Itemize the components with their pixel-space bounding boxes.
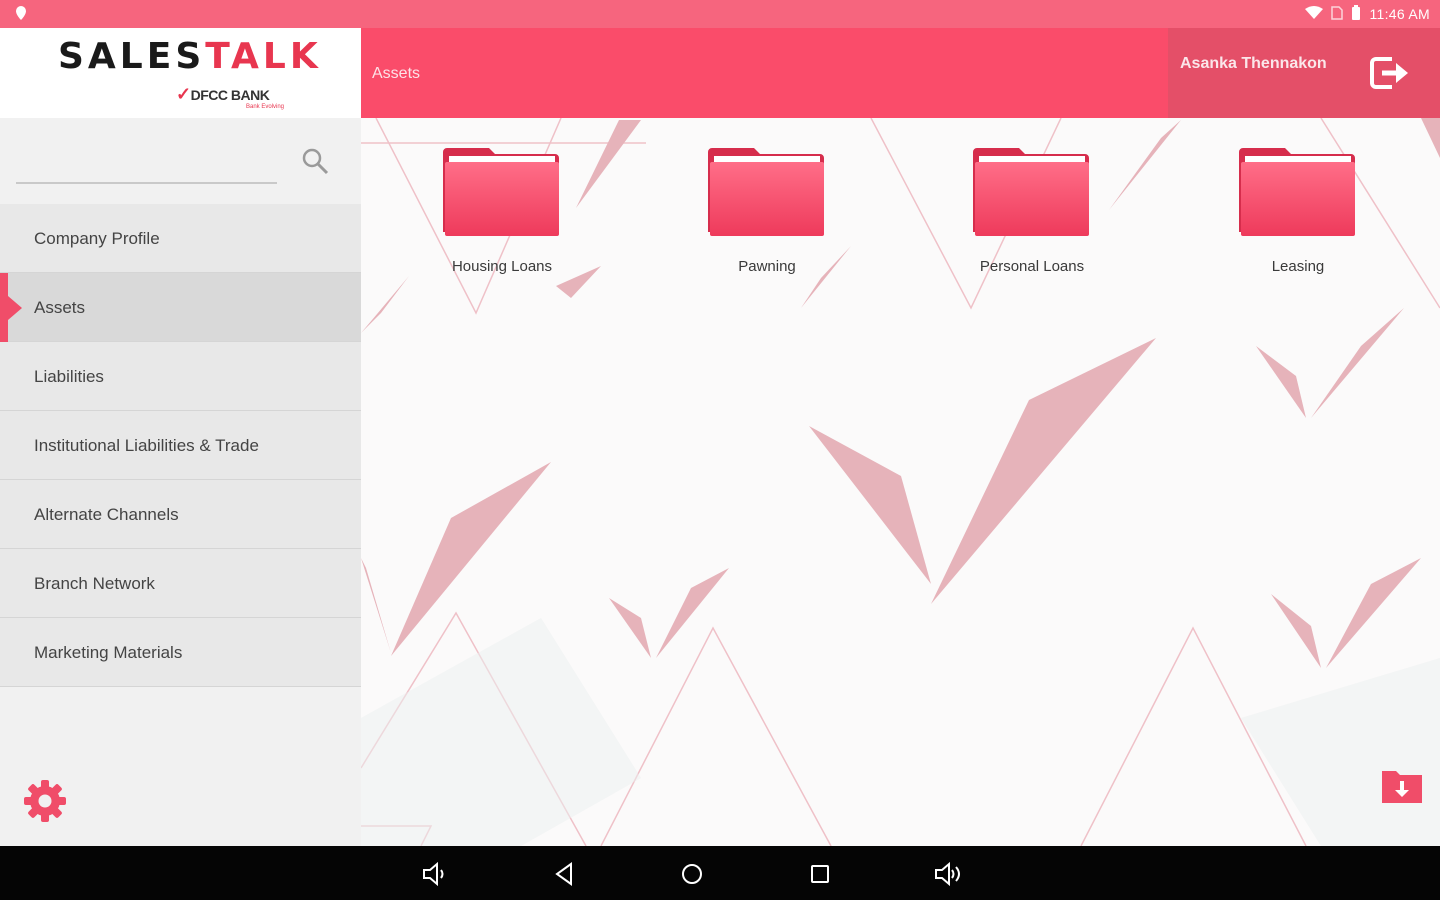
logo-title: SALESTALK [58,36,322,77]
download-icon [1382,771,1422,803]
page-title: Assets [372,65,421,82]
volume-down-button[interactable] [420,859,450,889]
bank-logo: ✓DFCC BANK [176,84,270,104]
sidebar-item-branch-network[interactable]: Branch Network [0,549,361,618]
volume-down-icon [423,861,444,887]
user-panel: Asanka Thennakon [1168,28,1440,118]
sidebar-item-label: Marketing Materials [34,643,183,662]
location-icon [14,5,28,26]
back-button[interactable] [549,859,579,889]
home-button[interactable] [677,859,707,889]
folder-label: Leasing [1271,258,1325,275]
sidebar-item-liabilities[interactable]: Liabilities [0,342,361,411]
status-bar: 11:46 AM [0,0,1440,28]
logout-icon [1370,57,1408,89]
sidebar-menu: Company Profile Assets Liabilities Insti… [0,204,361,687]
volume-up-button[interactable] [933,859,963,889]
bank-tagline: Bank Evolving [246,104,285,110]
folder-label: Personal Loans [979,258,1085,275]
status-time: 11:46 AM [1369,6,1430,22]
sidebar-item-institutional-liabilities[interactable]: Institutional Liabilities & Trade [0,411,361,480]
navigation-bar [0,846,1440,900]
main-content: Housing Loans Pawning Personal Loans Lea… [361,118,1440,846]
search-icon[interactable] [300,146,330,176]
logout-button[interactable] [1368,53,1414,93]
back-icon [555,862,572,886]
folder-icon [1239,148,1355,236]
recents-icon [811,865,829,883]
sidebar-item-alternate-channels[interactable]: Alternate Channels [0,480,361,549]
sidebar-item-label: Liabilities [34,367,104,386]
battery-icon [1351,4,1361,24]
folder-personal-loans[interactable]: Personal Loans [937,144,1127,294]
sidebar-item-company-profile[interactable]: Company Profile [0,204,361,273]
home-icon [682,864,702,884]
sidebar-item-label: Institutional Liabilities & Trade [34,436,259,455]
settings-button[interactable] [22,778,68,824]
folder-label: Pawning [738,258,796,275]
volume-up-icon [935,861,960,887]
folder-housing-loans[interactable]: Housing Loans [407,144,597,294]
download-button[interactable] [1380,769,1424,805]
sidebar-item-label: Branch Network [34,574,155,593]
sidebar-item-assets[interactable]: Assets [0,273,361,342]
sidebar-item-label: Alternate Channels [34,505,179,524]
recents-button[interactable] [805,859,835,889]
sim-icon [1331,5,1344,23]
sidebar: Company Profile Assets Liabilities Insti… [0,118,361,846]
sidebar-item-label: Assets [34,298,86,317]
app-logo: SALESTALK ✓DFCC BANK Bank Evolving [0,28,361,118]
active-indicator-arrow [8,296,22,320]
active-indicator [0,273,8,342]
header-bar: Assets Asanka Thennakon [361,28,1440,118]
folder-icon [443,148,559,236]
search-input[interactable] [16,150,277,184]
user-name: Asanka Thennakon [1180,55,1327,72]
sidebar-item-label: Company Profile [34,229,160,248]
folder-pawning[interactable]: Pawning [672,144,862,294]
folder-leasing[interactable]: Leasing [1203,144,1393,294]
gear-icon [24,780,66,822]
search-bar [16,140,336,188]
sidebar-item-marketing-materials[interactable]: Marketing Materials [0,618,361,687]
folder-icon [973,148,1089,236]
folder-icon [708,148,824,236]
wifi-icon [1305,5,1324,23]
folder-label: Housing Loans [451,258,553,275]
